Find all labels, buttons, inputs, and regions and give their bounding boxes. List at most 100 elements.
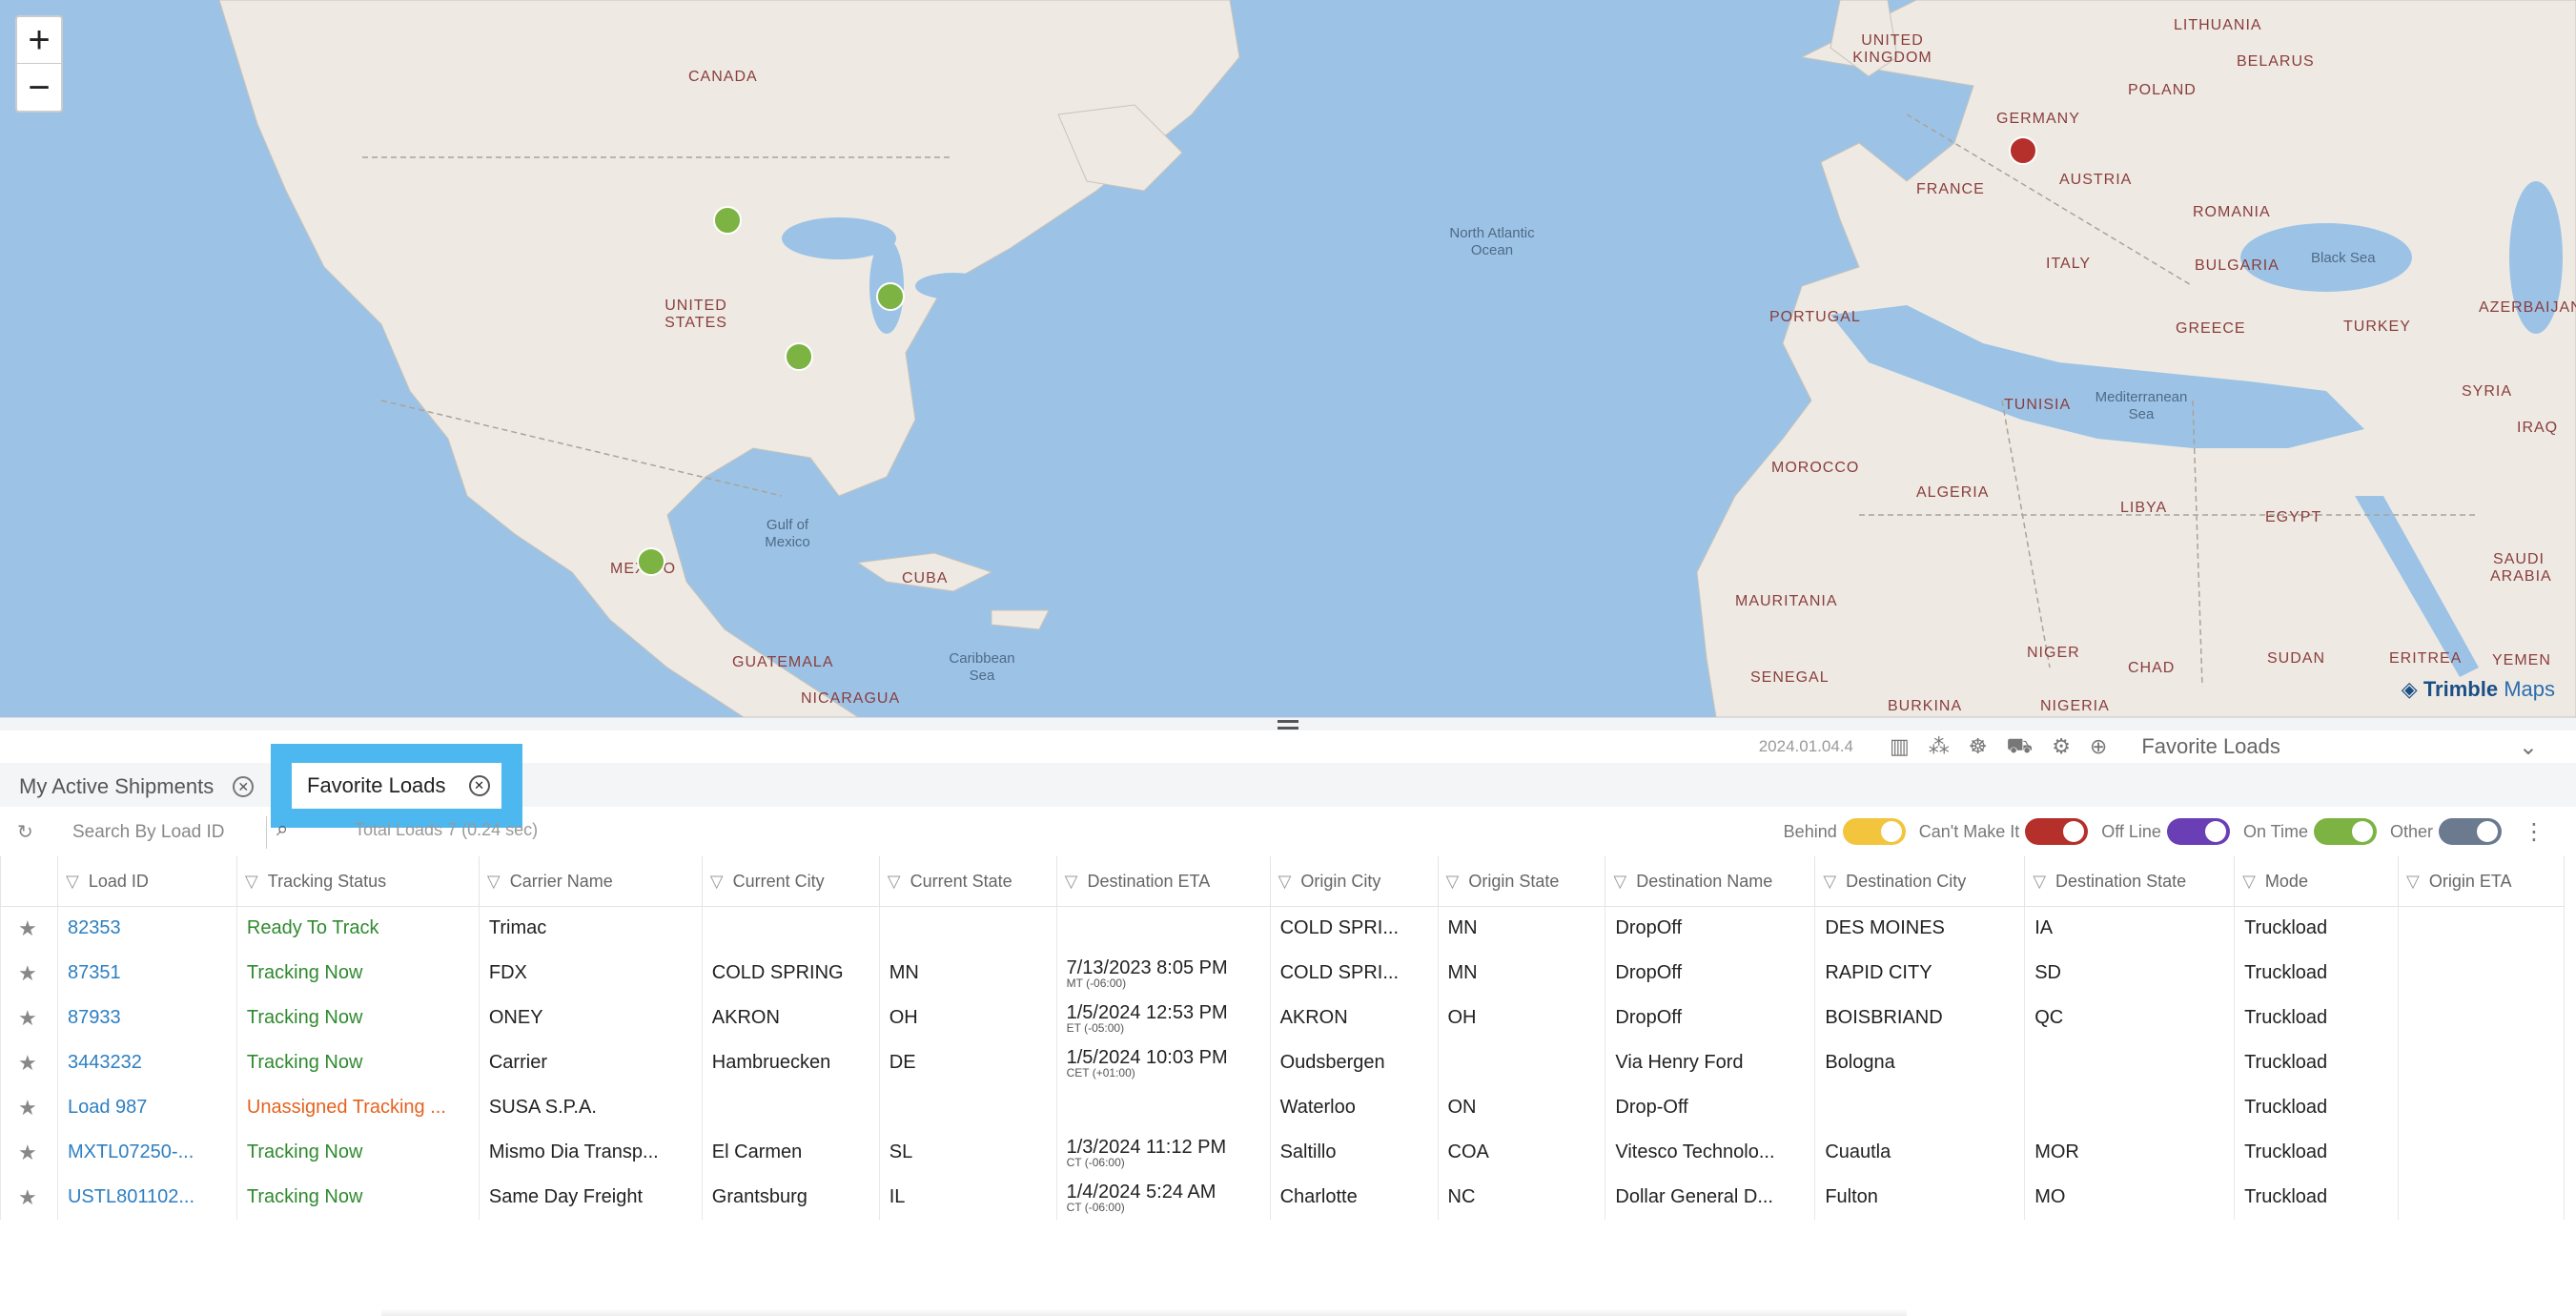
filter-icon[interactable]: ▽ — [1446, 872, 1460, 891]
load-id-link[interactable]: 3443232 — [56, 1040, 237, 1085]
favorite-star-icon[interactable]: ★ — [0, 1085, 58, 1130]
header-origin-city[interactable]: ▽ Origin City — [1269, 856, 1439, 907]
map-icon[interactable]: ▥ — [1890, 734, 1910, 759]
panel-resize-handle[interactable] — [0, 717, 2576, 730]
map-label-sudan: SUDAN — [2267, 650, 2326, 667]
filter-icon[interactable]: ▽ — [487, 872, 501, 891]
zoom-in-button[interactable]: + — [17, 17, 61, 64]
drag-grip-icon[interactable] — [1278, 720, 1298, 730]
search-icon[interactable]: ⌕ — [276, 816, 288, 841]
destination-state — [2024, 1085, 2236, 1130]
toggle-other[interactable] — [2439, 818, 2502, 845]
cluster-icon[interactable]: ⁂ — [1929, 734, 1950, 759]
loads-table: ▽ Load ID ▽ Tracking Status ▽ Carrier Name … — [0, 856, 2566, 1220]
origin-city: AKRON — [1269, 996, 1439, 1040]
favorite-star-icon[interactable]: ★ — [0, 1175, 58, 1220]
table-row[interactable]: ★ MXTL07250-... Tracking Now Mismo Dia Tran… — [0, 1130, 2566, 1175]
view-select[interactable]: Favorite Loads — [2141, 734, 2280, 759]
load-id-link[interactable]: 87351 — [56, 951, 237, 996]
header-destination-city[interactable]: ▽ Destination City — [1814, 856, 2026, 907]
header-carrier-name[interactable]: ▽ Carrier Name — [478, 856, 703, 907]
table-row[interactable]: ★ 87351 Tracking Now FDX COLD SPRING MN 7/13/2… — [0, 951, 2566, 996]
load-id-link[interactable]: USTL801102... — [56, 1175, 237, 1220]
destination-eta — [1055, 1085, 1271, 1130]
map-pin-on-time[interactable] — [713, 206, 742, 235]
header-tracking-status[interactable]: ▽ Tracking Status — [235, 856, 480, 907]
header-destination-eta[interactable]: ▽ Destination ETA — [1055, 856, 1271, 907]
tab-my-active-shipments[interactable]: My Active Shipments ✕ — [19, 774, 255, 799]
search-input[interactable]: Search By Load ID — [57, 816, 267, 849]
filter-icon[interactable]: ▽ — [1613, 872, 1626, 891]
footer-shadow — [381, 1308, 1907, 1316]
map-view[interactable]: CANADA UNITED STATES Gulf of Mexico MEXI… — [0, 0, 2576, 717]
settings-icon[interactable]: ⚙ — [2052, 734, 2071, 759]
table-row[interactable]: ★ 87933 Tracking Now ONEY AKRON OH 1/5/2024 12… — [0, 996, 2566, 1040]
toggle-behind[interactable] — [1842, 818, 1906, 845]
chevron-down-icon[interactable]: ⌄ — [2519, 733, 2538, 761]
header-current-city[interactable]: ▽ Current City — [701, 856, 880, 907]
load-id-link[interactable]: 87933 — [56, 996, 237, 1040]
eta-value: 1/5/2024 10:03 PM — [1066, 1046, 1228, 1068]
header-mode[interactable]: ▽ Mode — [2234, 856, 2399, 907]
filter-icon[interactable]: ▽ — [1278, 872, 1292, 891]
load-id-link[interactable]: 82353 — [56, 906, 237, 951]
origin-state: ON — [1437, 1085, 1606, 1130]
zoom-icon[interactable]: ⊕ — [2090, 734, 2107, 759]
load-id-link[interactable]: MXTL07250-... — [56, 1130, 237, 1175]
tab-favorite-loads[interactable]: Favorite Loads ✕ — [292, 763, 501, 809]
header-current-state[interactable]: ▽ Current State — [878, 856, 1057, 907]
close-icon[interactable]: ✕ — [233, 776, 255, 797]
destination-state: IA — [2024, 906, 2236, 951]
refresh-icon[interactable]: ↻ — [17, 820, 33, 844]
traffic-icon[interactable]: ☸ — [1969, 734, 1988, 759]
truck-icon[interactable]: ⛟ — [2007, 733, 2034, 761]
destination-eta: 1/4/2024 5:24 AM CT (-06:00) — [1055, 1175, 1271, 1220]
map-pin-on-time[interactable] — [785, 342, 813, 371]
map-label-canada: CANADA — [688, 69, 758, 85]
map-label-tunisia: TUNISIA — [2004, 397, 2072, 413]
header-destination-state[interactable]: ▽ Destination State — [2024, 856, 2236, 907]
zoom-out-button[interactable]: − — [17, 64, 61, 111]
header-origin-state[interactable]: ▽ Origin State — [1437, 856, 1606, 907]
map-pin-cant-make-it[interactable] — [2009, 136, 2037, 165]
toggle-cant-make-it[interactable] — [2025, 818, 2089, 845]
header-destination-name[interactable]: ▽ Destination Name — [1605, 856, 1816, 907]
destination-city: Cuautla — [1814, 1130, 2026, 1175]
current-state: IL — [878, 1175, 1057, 1220]
filter-icon[interactable]: ▽ — [1823, 872, 1836, 891]
map-pin-on-time[interactable] — [637, 547, 665, 576]
filter-icon[interactable]: ▽ — [66, 872, 79, 891]
table-row[interactable]: ★ 3443232 Tracking Now Carrier Hambruecken DE… — [0, 1040, 2566, 1085]
toggle-off-line[interactable] — [2166, 818, 2230, 845]
table-row[interactable]: ★ 82353 Ready To Track Trimac COLD SPRI... MN… — [0, 906, 2566, 951]
favorite-star-icon[interactable]: ★ — [0, 951, 58, 996]
origin-city: Oudsbergen — [1269, 1040, 1439, 1085]
header-origin-eta[interactable]: ▽ Origin ETA — [2397, 856, 2566, 907]
toggle-on-time[interactable] — [2313, 818, 2377, 845]
filter-icon[interactable]: ▽ — [245, 872, 258, 891]
map-pin-on-time[interactable] — [876, 282, 905, 311]
filter-icon[interactable]: ▽ — [1065, 872, 1078, 891]
carrier-name: ONEY — [478, 996, 703, 1040]
filter-icon[interactable]: ▽ — [888, 872, 901, 891]
filter-icon[interactable]: ▽ — [2242, 872, 2256, 891]
header-load-id[interactable]: ▽ Load ID — [56, 856, 237, 907]
filter-icon[interactable]: ▽ — [2033, 872, 2046, 891]
more-options-icon[interactable]: ⋮ — [2523, 818, 2545, 846]
table-row[interactable]: ★ USTL801102... Tracking Now Same Day Freig… — [0, 1175, 2566, 1220]
filter-icon[interactable]: ▽ — [710, 872, 724, 891]
favorite-star-icon[interactable]: ★ — [0, 996, 58, 1040]
map-label-syria: SYRIA — [2462, 383, 2513, 400]
destination-name: DropOff — [1605, 906, 1816, 951]
origin-eta — [2397, 1130, 2566, 1175]
current-city: COLD SPRING — [701, 951, 880, 996]
favorite-star-icon[interactable]: ★ — [0, 1130, 58, 1175]
load-id-link[interactable]: Load 987 — [56, 1085, 237, 1130]
destination-state: QC — [2024, 996, 2236, 1040]
favorite-star-icon[interactable]: ★ — [0, 1040, 58, 1085]
table-row[interactable]: ★ Load 987 Unassigned Tracking ... SUSA S.P… — [0, 1085, 2566, 1130]
close-icon[interactable]: ✕ — [468, 775, 490, 796]
favorite-star-icon[interactable]: ★ — [0, 906, 58, 951]
current-city: AKRON — [701, 996, 880, 1040]
filter-icon[interactable]: ▽ — [2406, 872, 2420, 891]
